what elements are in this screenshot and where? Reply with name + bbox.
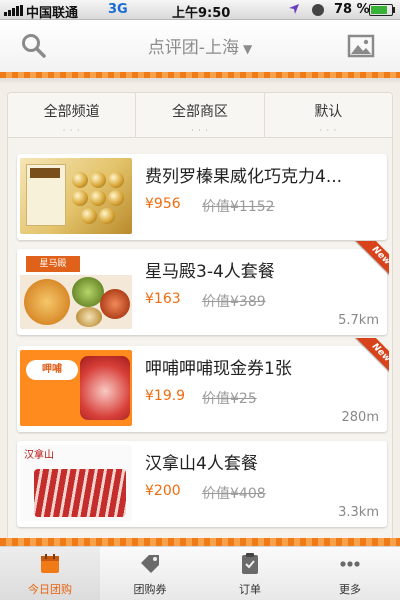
tab-label: 订单 [239,583,261,596]
deal-original-price: 价值¥25 [202,391,257,407]
deal-distance: 280m [341,410,379,425]
status-bar: 中国联通 3G 上午9:50 78 % [0,0,400,21]
battery-percent: 78 % [334,2,370,17]
city-title: 点评团-上海 [147,38,239,58]
deal-distance: 3.3km [338,505,379,520]
search-icon[interactable] [20,32,48,60]
deal-price: ¥956 [145,196,181,212]
restaurant-logo: 呷哺 [26,360,78,380]
battery-icon [369,4,393,16]
deal-thumbnail: 呷哺 [20,350,132,426]
deal-title: 星马殿3-4人套餐 [145,262,275,282]
deal-item[interactable]: 呷哺 呷哺呷哺现金券1张 ¥19.9 价值¥25 280m New [17,338,389,432]
filter-district[interactable]: 全部商区 · · · [135,93,263,137]
battery-tip [393,7,395,13]
deal-original-price: 价值¥1152 [202,199,275,215]
filter-sort-label: 默认 [314,104,343,120]
filter-channel[interactable]: 全部频道 · · · [8,93,135,137]
deal-item[interactable]: 汉拿山 汉拿山4人套餐 ¥200 价值¥408 3.3km [17,441,387,527]
header-shadow [0,78,400,84]
rotation-lock-icon [312,4,324,16]
deal-item[interactable]: 费列罗榛果威化巧克力4... ¥956 价值¥1152 [17,154,387,240]
calendar-icon [41,554,59,573]
new-ribbon: New [347,338,389,380]
more-dots-icon [340,561,360,567]
deal-title: 汉拿山4人套餐 [145,454,258,474]
new-badge-label: New [354,338,389,380]
deal-original-price: 价值¥408 [202,486,266,502]
deal-price: ¥163 [145,291,181,307]
tab-bar: 今日团购 团购券 订单 更多 [0,546,400,600]
restaurant-logo: 汉拿山 [24,450,54,461]
tab-more[interactable]: 更多 [300,547,400,600]
network-type: 3G [108,2,128,17]
tab-label: 今日团购 [28,583,72,596]
image-icon[interactable] [347,32,375,60]
carrier-name: 中国联通 [26,6,79,21]
deal-title: 费列罗榛果威化巧克力4... [145,167,343,187]
deal-thumbnail: 星马殿 [20,253,132,329]
filter-sort[interactable]: 默认 · · · [263,93,392,137]
deal-price: ¥19.9 [145,388,186,404]
deal-item[interactable]: 星马殿 星马殿3-4人套餐 ¥163 价值¥389 5.7km New [17,241,389,335]
bottom-stripe [0,538,400,546]
tab-today-deals[interactable]: 今日团购 [0,547,100,600]
deal-title: 呷哺呷哺现金券1张 [145,359,292,379]
filter-channel-label: 全部频道 [43,104,100,120]
tab-label: 团购券 [133,583,167,596]
deal-thumbnail: 汉拿山 [20,445,132,521]
deal-list: 费列罗榛果威化巧克力4... ¥956 价值¥1152 星马殿 星马殿3-4人套… [7,138,393,538]
dropdown-dots-icon: · · · [191,126,209,135]
deal-original-price: 价值¥389 [202,294,266,310]
signal-icon [4,5,23,16]
tab-orders[interactable]: 订单 [200,547,300,600]
filter-bar: 全部频道 · · · 全部商区 · · · 默认 · · · [7,92,393,138]
tab-coupons[interactable]: 团购券 [100,547,200,600]
clock: 上午9:50 [172,6,231,21]
app-header: 点评团-上海 ▼ [0,20,400,72]
dropdown-dots-icon: · · · [62,126,81,135]
new-badge-label: New [354,241,389,283]
new-ribbon: New [347,241,389,283]
caret-down-icon: ▼ [242,42,253,56]
deal-price: ¥200 [145,483,181,499]
restaurant-logo: 星马殿 [26,256,80,272]
deal-distance: 5.7km [338,313,379,328]
location-arrow-icon [289,4,299,14]
clipboard-icon [242,553,258,574]
deal-thumbnail [20,158,132,234]
tab-label: 更多 [339,583,361,596]
city-selector[interactable]: 点评团-上海 ▼ [120,33,280,59]
filter-district-label: 全部商区 [171,104,228,120]
dropdown-dots-icon: · · · [319,126,338,135]
coupon-tag-icon [141,555,159,573]
